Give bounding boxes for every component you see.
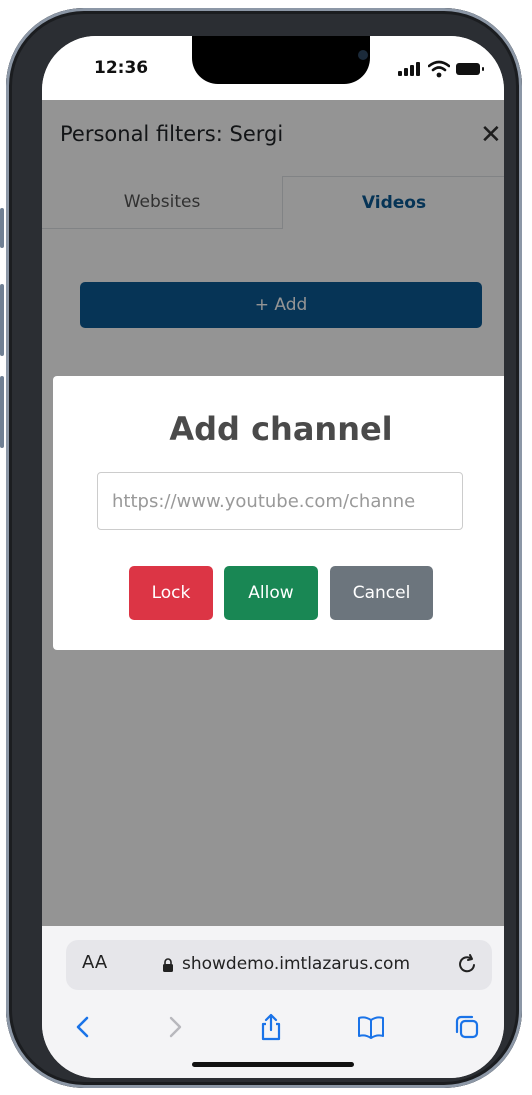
share-icon[interactable] xyxy=(256,1012,286,1042)
lock-button[interactable]: Lock xyxy=(129,566,213,620)
side-button-volume-up xyxy=(0,284,4,356)
battery-icon xyxy=(456,63,484,75)
screen: 12:36 Personal filters: Sergi ✕ Websites xyxy=(42,36,504,1078)
phone-frame: 12:36 Personal filters: Sergi ✕ Websites xyxy=(0,8,522,1088)
text-size-button[interactable]: AA xyxy=(82,952,107,973)
bookmarks-icon[interactable] xyxy=(356,1012,386,1042)
browser-toolbar: AA showdemo.imtlazarus.com xyxy=(42,926,504,1078)
allow-button[interactable]: Allow xyxy=(224,566,318,620)
tabs-icon[interactable] xyxy=(452,1012,482,1042)
signal-icon xyxy=(398,62,424,76)
modal-title: Add channel xyxy=(169,410,393,448)
forward-icon[interactable] xyxy=(160,1012,190,1042)
add-channel-modal: Add channel Lock Allow Cancel xyxy=(53,376,504,650)
address-bar[interactable]: AA showdemo.imtlazarus.com xyxy=(66,940,492,990)
status-time: 12:36 xyxy=(94,58,149,78)
wifi-icon xyxy=(428,60,450,78)
status-bar: 12:36 xyxy=(42,36,504,100)
reload-icon[interactable] xyxy=(456,952,480,976)
web-page: Personal filters: Sergi ✕ Websites Video… xyxy=(42,100,504,926)
side-button-volume-down xyxy=(0,376,4,448)
camera-icon xyxy=(358,50,368,60)
cancel-button[interactable]: Cancel xyxy=(330,566,433,620)
notch xyxy=(192,36,370,84)
channel-url-input[interactable] xyxy=(97,472,463,530)
lock-icon xyxy=(163,958,173,972)
back-icon[interactable] xyxy=(68,1012,98,1042)
home-indicator[interactable] xyxy=(192,1062,354,1067)
side-button-mute xyxy=(0,208,4,248)
url-text: showdemo.imtlazarus.com xyxy=(182,954,411,974)
